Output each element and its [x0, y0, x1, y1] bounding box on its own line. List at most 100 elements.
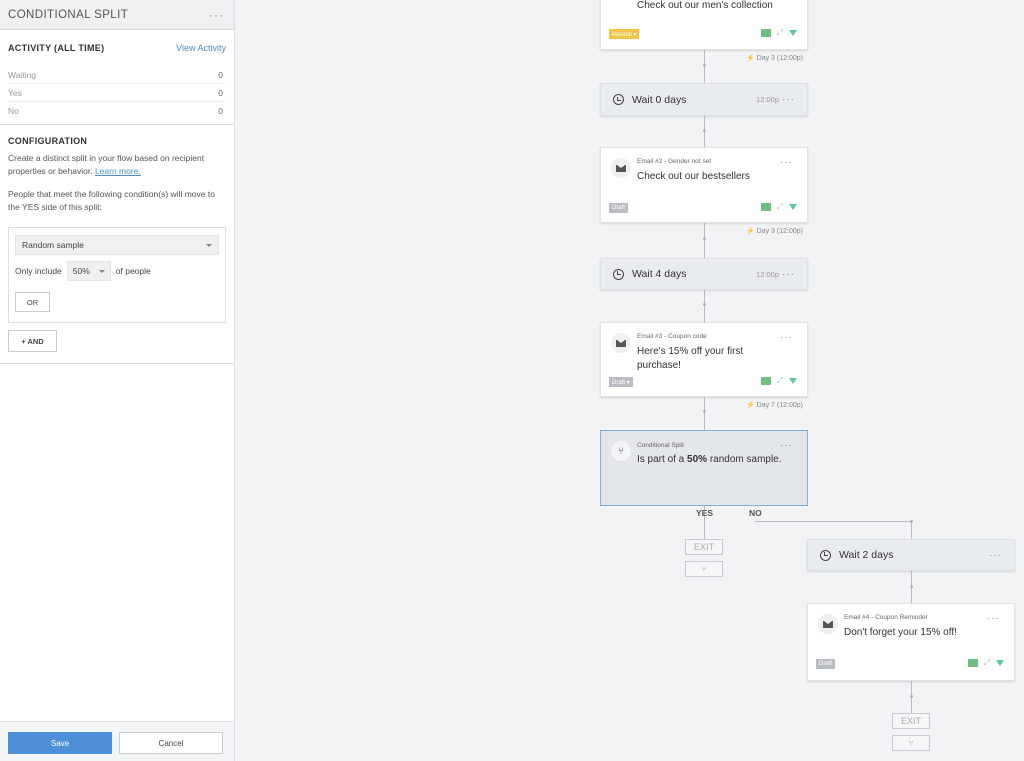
of-people-label: of people: [115, 266, 151, 276]
email-card-3[interactable]: Email #3 - Coupon code Here's 15% off yo…: [600, 322, 808, 397]
wait-card-1[interactable]: Wait 0 days 12:00p ···: [600, 83, 808, 116]
email-preview-icon[interactable]: [967, 659, 978, 667]
day-label: ⚡ Day 3 (12:00p): [746, 228, 803, 235]
more-dots-icon[interactable]: ···: [209, 9, 224, 21]
email-subject: Don't forget your 15% off!: [844, 627, 957, 638]
no-branch-label: NO: [749, 508, 762, 518]
add-branch-icon[interactable]: ⑂: [892, 735, 930, 751]
email-preview-icon[interactable]: [760, 29, 771, 37]
add-and-button[interactable]: + AND: [8, 330, 57, 352]
activity-value: 0: [218, 106, 223, 116]
activity-section: ACTIVITY (ALL TIME) View Activity Waitin…: [0, 30, 234, 120]
filter-icon[interactable]: [789, 30, 797, 36]
or-button[interactable]: OR: [15, 292, 50, 312]
email-preview-icon[interactable]: [760, 203, 771, 211]
split-icon: ⑂: [611, 441, 631, 461]
split-percent: 50%: [687, 454, 708, 465]
filter-icon[interactable]: [996, 660, 1004, 666]
view-activity-link[interactable]: View Activity: [176, 43, 226, 53]
activity-label: No: [8, 106, 19, 116]
panel-header: CONDITIONAL SPLIT ···: [0, 0, 234, 30]
connector-dot: [703, 303, 706, 306]
connector-dot: [910, 520, 913, 523]
day-label: ⚡ Day 3 (12:00p): [746, 55, 803, 62]
learn-more-link[interactable]: Learn more.: [95, 166, 141, 176]
email-subject: Here's 15% off your first purchase!: [637, 346, 744, 371]
email-preview-icon[interactable]: [760, 377, 771, 385]
status-badge[interactable]: Draft ▾: [609, 377, 633, 387]
wait-label: Wait 2 days: [839, 549, 894, 561]
email-name: Email #4 - Coupon Reminder: [844, 614, 928, 621]
activity-row-waiting: Waiting 0: [8, 66, 226, 84]
email-icon: [818, 614, 838, 634]
panel-footer: Save Cancel: [0, 721, 234, 761]
more-dots-icon[interactable]: ···: [782, 94, 795, 105]
percent-value: 50%: [72, 266, 90, 276]
yes-branch-label: YES: [696, 508, 714, 518]
wait-label: Wait 0 days: [632, 93, 687, 106]
status-badge: Draft: [609, 203, 629, 213]
configuration-section: CONFIGURATION Create a distinct split in…: [0, 136, 234, 352]
clock-icon: [820, 549, 831, 561]
more-dots-icon[interactable]: ···: [989, 550, 1002, 561]
wait-card-3[interactable]: Wait 2 days ···: [807, 539, 1015, 571]
chevron-down-icon: [98, 269, 105, 273]
connector-dot: [703, 129, 706, 132]
divider: [0, 124, 234, 125]
exit-node[interactable]: EXIT: [685, 539, 723, 555]
config-panel: CONDITIONAL SPLIT ··· ACTIVITY (ALL TIME…: [0, 0, 235, 761]
connector-line: [704, 290, 705, 322]
cancel-button[interactable]: Cancel: [119, 732, 223, 754]
clock-icon: [613, 268, 624, 280]
email-name: Email #3 - Coupon code: [637, 333, 707, 340]
wait-label: Wait 4 days: [632, 268, 687, 280]
conditional-split-card[interactable]: ⑂ Conditional Split Is part of a 50% ran…: [600, 430, 808, 506]
activity-value: 0: [218, 87, 223, 98]
activity-row-yes: Yes 0: [8, 84, 226, 102]
condition-description: People that meet the following condition…: [8, 189, 215, 212]
more-dots-icon[interactable]: ···: [780, 440, 793, 451]
wait-card-2[interactable]: Wait 4 days 12:00p ···: [600, 258, 808, 290]
trend-icon[interactable]: ⤢: [777, 29, 783, 37]
only-include-label: Only include: [15, 266, 62, 276]
email-card-4[interactable]: Email #4 - Coupon Reminder Don't forget …: [807, 603, 1015, 681]
split-text: Is part of a: [637, 454, 688, 465]
clock-icon: [613, 94, 624, 105]
more-dots-icon[interactable]: ···: [782, 269, 795, 280]
wait-time: 12:00p: [756, 95, 779, 104]
condition-type-value: Random sample: [22, 240, 84, 250]
split-title: Conditional Split: [637, 442, 684, 449]
email-icon: [611, 333, 631, 353]
activity-value: 0: [218, 69, 223, 80]
connector-dot: [703, 410, 706, 413]
exit-node[interactable]: EXIT: [892, 713, 930, 729]
email-name: Email #2 - Gender not set: [637, 158, 712, 165]
trend-icon[interactable]: ⤢: [777, 203, 783, 211]
connector-dot: [703, 64, 706, 67]
configuration-description: Create a distinct split in your flow bas…: [8, 152, 226, 177]
trend-icon[interactable]: ⤢: [777, 377, 783, 385]
split-description: Is part of a 50% random sample.: [637, 454, 782, 465]
save-button[interactable]: Save: [8, 732, 112, 754]
percent-select[interactable]: 50%: [66, 261, 111, 281]
filter-icon[interactable]: [789, 378, 797, 384]
email-card-1[interactable]: Check out our men's collection Manual ▾ …: [600, 0, 808, 50]
more-dots-icon[interactable]: ···: [780, 157, 793, 168]
connector-line: [704, 223, 705, 258]
condition-type-select[interactable]: Random sample: [15, 235, 219, 255]
email-actions: ⤢: [967, 659, 1004, 667]
connector-dot: [703, 237, 706, 240]
trend-icon[interactable]: ⤢: [984, 659, 990, 667]
wait-time: 12:00p: [756, 269, 779, 279]
email-card-2[interactable]: Email #2 - Gender not set Check out our …: [600, 147, 808, 223]
email-actions: ⤢: [760, 203, 797, 211]
email-subject: Check out our men's collection: [637, 0, 773, 11]
email-actions: ⤢: [760, 29, 797, 37]
status-badge[interactable]: Manual ▾: [609, 29, 640, 39]
more-dots-icon[interactable]: ···: [987, 613, 1000, 624]
activity-label: Yes: [8, 87, 22, 98]
add-branch-icon[interactable]: ⑂: [685, 561, 723, 577]
filter-icon[interactable]: [789, 204, 797, 210]
connector-dot: [910, 585, 913, 588]
more-dots-icon[interactable]: ···: [780, 332, 793, 343]
